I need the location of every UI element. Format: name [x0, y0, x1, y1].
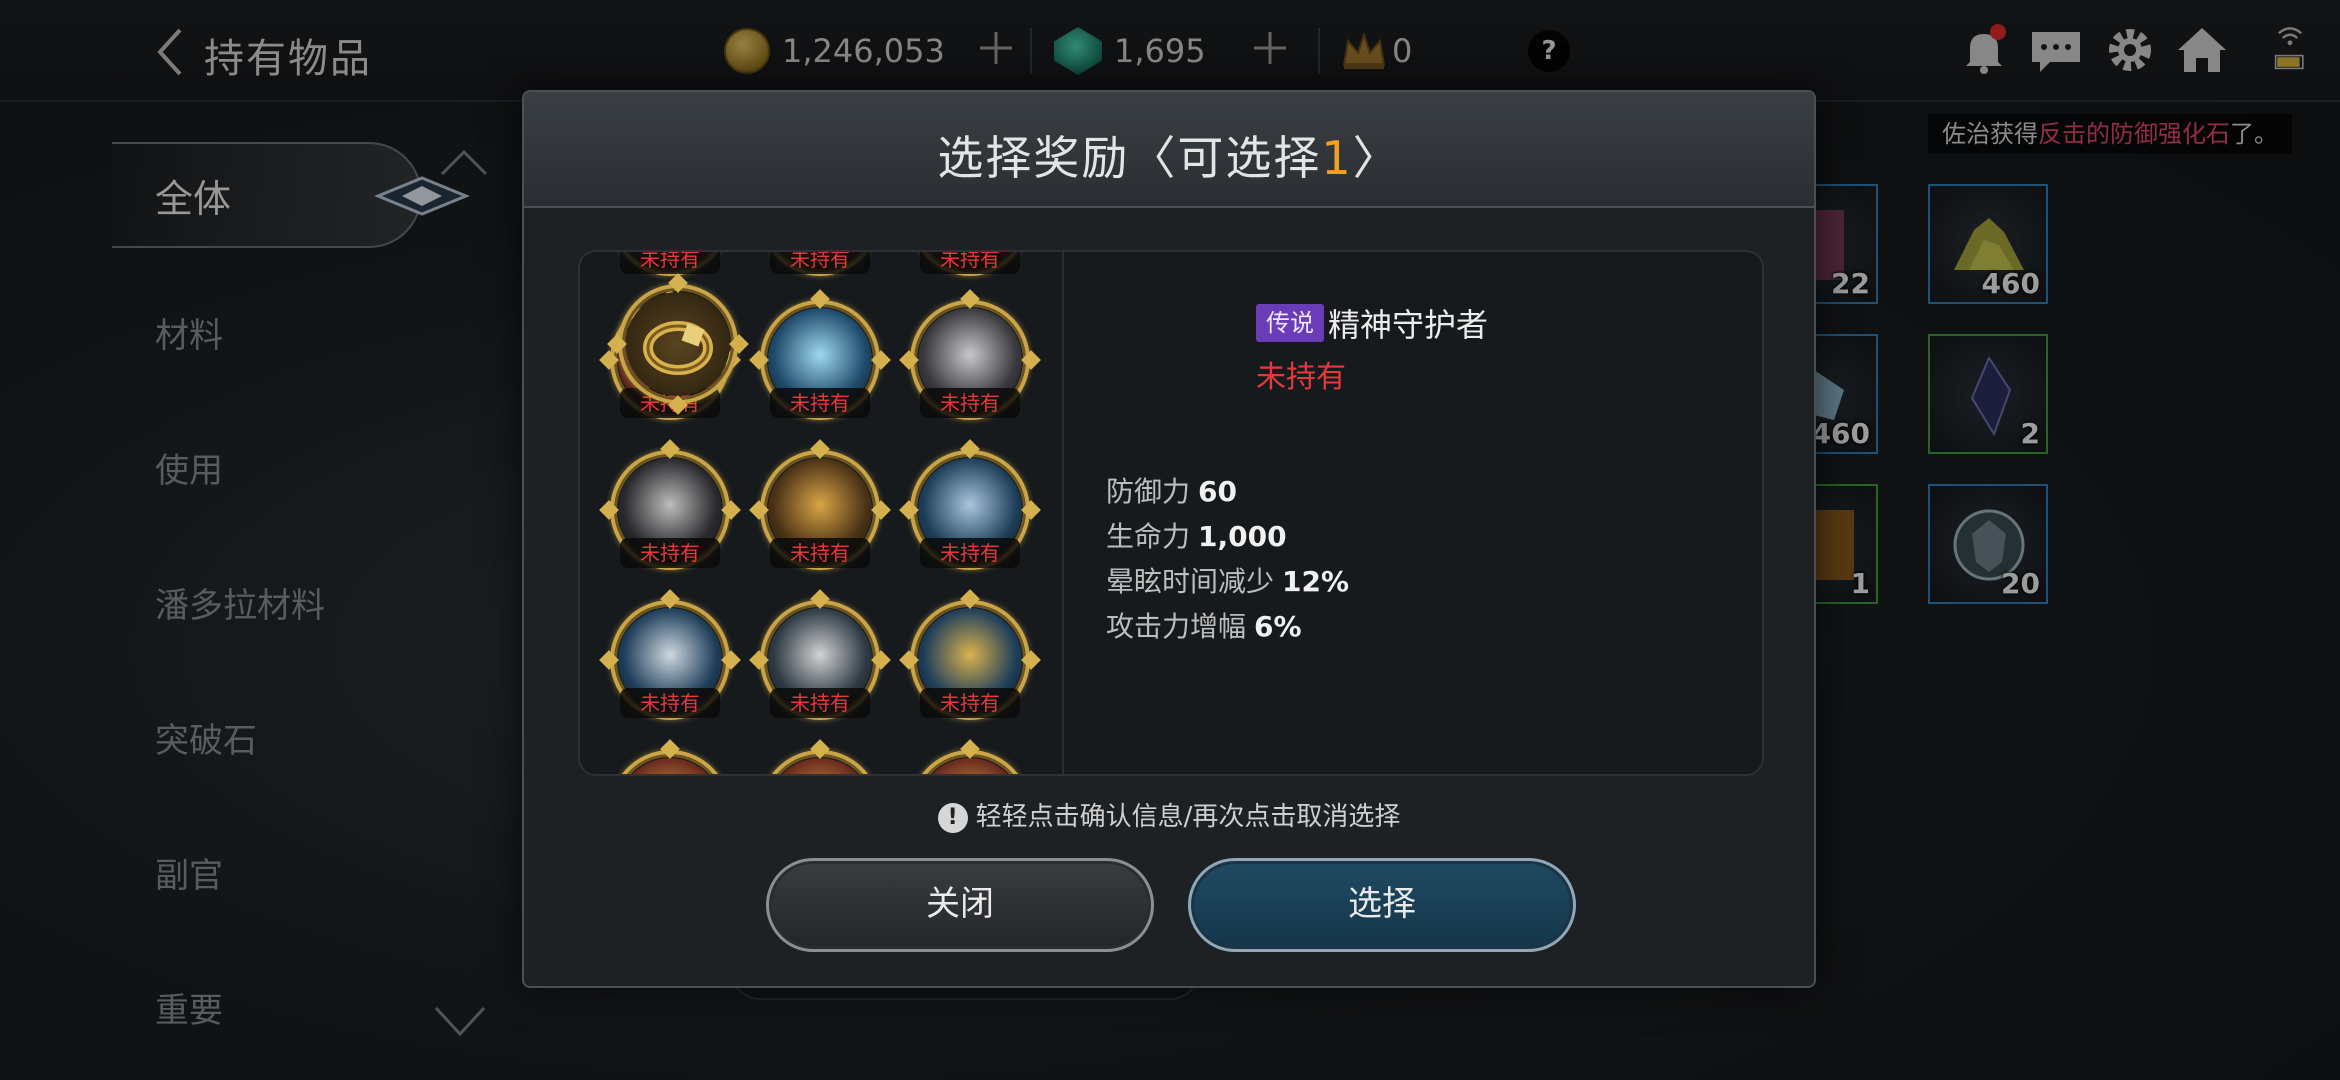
reward-slot[interactable]: 未持有: [606, 252, 734, 280]
reward-slot[interactable]: 未持有: [756, 252, 884, 280]
select-button[interactable]: 选择: [1188, 858, 1576, 952]
reward-panel: 未持有未持有未持有未持有未持有未持有未持有未持有未持有未持有未持有未持有未持有未…: [578, 250, 1764, 776]
reward-slot[interactable]: 未持有: [749, 439, 891, 574]
not-owned-tag: 未持有: [770, 688, 870, 718]
not-owned-tag: 未持有: [620, 252, 720, 274]
reward-slot[interactable]: 未持有: [899, 439, 1041, 574]
reward-slot[interactable]: 未持有: [756, 739, 884, 774]
not-owned-tag: 未持有: [770, 388, 870, 418]
stat-row: 晕眩时间减少 12%: [1106, 565, 1350, 598]
not-owned-tag: 未持有: [920, 388, 1020, 418]
stat-row: 防御力 60: [1106, 475, 1237, 508]
dialog-title: 选择奖励〈可选择1〉: [937, 131, 1401, 185]
dialog-header: 选择奖励〈可选择1〉: [524, 92, 1814, 208]
reward-selection-dialog: 选择奖励〈可选择1〉 未持有 未持有 未持有 未持有 未持有 未持有 未持有 未持有 未持有 未持…: [522, 90, 1816, 988]
item-name: 精神守护者: [1328, 306, 1489, 344]
selectable-count: 1: [1321, 131, 1353, 185]
not-owned-tag: 未持有: [920, 688, 1020, 718]
ring-icon: [626, 292, 730, 396]
reward-slot[interactable]: 未持有: [749, 289, 891, 424]
not-owned-tag: 未持有: [770, 538, 870, 568]
not-owned-tag: 未持有: [620, 688, 720, 718]
reward-slot[interactable]: 未持有: [599, 439, 741, 574]
ownership-status: 未持有: [1256, 360, 1346, 395]
reward-slot[interactable]: 未持有: [599, 589, 741, 724]
close-button[interactable]: 关闭: [766, 858, 1154, 952]
not-owned-tag: 未持有: [770, 252, 870, 274]
rarity-badge: 传说: [1256, 304, 1324, 342]
reward-slot[interactable]: 未持有: [899, 589, 1041, 724]
stat-row: 攻击力增幅 6%: [1106, 610, 1302, 643]
selected-reward-icon: [607, 273, 749, 415]
reward-slot[interactable]: 未持有: [906, 739, 1034, 774]
reward-slot[interactable]: 未持有: [606, 739, 734, 774]
not-owned-tag: 未持有: [620, 538, 720, 568]
stat-row: 生命力 1,000: [1106, 520, 1287, 553]
not-owned-tag: 未持有: [920, 252, 1020, 274]
reward-slot[interactable]: 未持有: [749, 589, 891, 724]
reward-slot[interactable]: 未持有: [899, 289, 1041, 424]
exclamation-icon: !: [937, 802, 968, 833]
tap-hint: ! 轻轻点击确认信息/再次点击取消选择: [524, 796, 1814, 833]
not-owned-tag: 未持有: [920, 538, 1020, 568]
reward-slot[interactable]: 未持有: [906, 252, 1034, 280]
